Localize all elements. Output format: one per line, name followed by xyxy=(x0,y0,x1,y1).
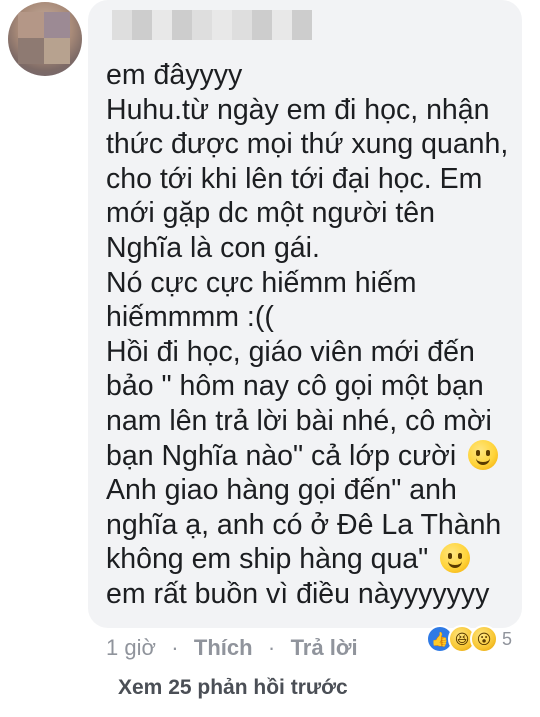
comment-text: em đâyyyy Huhu.từ ngày em đi học, nhận t… xyxy=(106,58,516,612)
comment-line: bạn Nghĩa nào" cả lớp cười xyxy=(106,439,457,472)
comment-line: không em ship hàng qua" xyxy=(106,543,429,576)
blurred-commenter-name[interactable] xyxy=(112,10,312,40)
comment-line: nam lên trả lời bài nhé, cô mời xyxy=(106,404,492,437)
comment-line-with-emoji: bạn Nghĩa nào" cả lớp cười xyxy=(106,439,516,474)
comment-line: hiếmmmm :(( xyxy=(106,301,274,334)
comment-actions: 1 giờ · Thích · Trả lời xyxy=(106,632,358,664)
smiley-emoji-icon xyxy=(440,543,471,574)
comment-line: cho tới khi lên tới đại học. Em xyxy=(106,162,483,195)
avatar[interactable] xyxy=(8,2,82,76)
comment-line: Nghĩa là con gái. xyxy=(106,231,320,264)
comment-line-with-emoji: không em ship hàng qua" xyxy=(106,542,516,577)
comment-line: em đâyyyy xyxy=(106,59,243,91)
comment-line: Nó cực cực hiếmm hiếm xyxy=(106,266,417,299)
comment-line: Hồi đi học, giáo viên mới đến xyxy=(106,335,475,368)
comment-line: em rất buồn vì điều nàyyyyyyy xyxy=(106,577,490,610)
comment-line: Anh giao hàng gọi đến" anh xyxy=(106,474,457,507)
comment-line: nghĩa ạ, anh có ở Đê La Thành xyxy=(106,508,502,541)
comment-line: thức được mọi thứ xung quanh, xyxy=(106,128,509,161)
wow-reaction-icon: 😮 xyxy=(470,625,498,653)
separator: · xyxy=(171,635,179,660)
separator: · xyxy=(267,635,276,660)
comment-line: bảo " hôm nay cô gọi một bạn xyxy=(106,370,484,403)
comment-timestamp[interactable]: 1 giờ xyxy=(106,635,156,661)
reaction-count: 5 xyxy=(502,628,513,649)
reactions-summary[interactable]: 👍 😆 😮 5 xyxy=(426,624,512,654)
comment-line: mới gặp dc một người tên xyxy=(106,197,435,230)
comment-line: Huhu.từ ngày em đi học, nhận xyxy=(106,93,490,126)
smiley-emoji-icon xyxy=(468,439,499,470)
like-button[interactable]: Thích xyxy=(194,635,253,661)
view-previous-replies-link[interactable]: Xem 25 phản hồi trước xyxy=(118,676,348,700)
reply-button[interactable]: Trả lời xyxy=(291,635,358,661)
